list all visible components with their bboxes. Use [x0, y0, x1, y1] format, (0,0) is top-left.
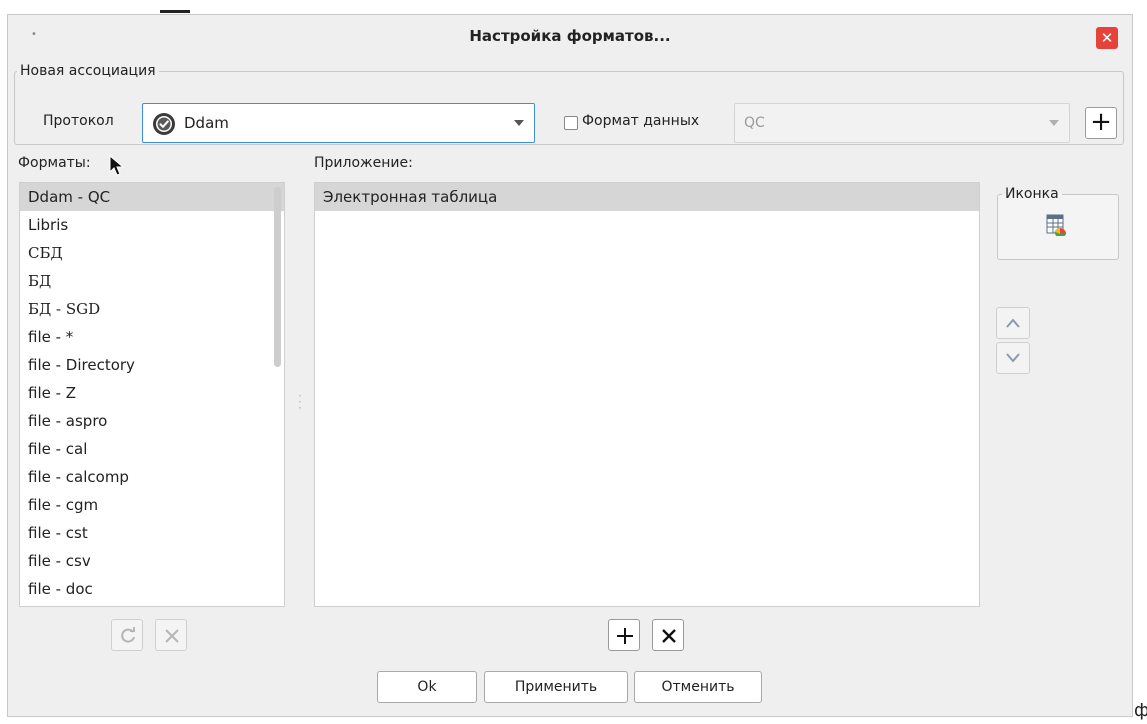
- list-item[interactable]: file - doc: [20, 575, 284, 603]
- refresh-button[interactable]: [111, 619, 143, 651]
- icon-group: Иконка: [997, 186, 1119, 260]
- data-format-checkbox[interactable]: [564, 116, 578, 130]
- protocol-value: Ddam: [184, 114, 229, 132]
- desktop-tab-marker: [160, 10, 190, 13]
- protocol-combo[interactable]: Ddam: [142, 103, 535, 143]
- protocol-badge-icon: [153, 113, 175, 135]
- list-item[interactable]: СБД: [20, 239, 284, 267]
- title-bar[interactable]: • Настройка форматов... ✕: [8, 15, 1132, 63]
- formats-scrollbar[interactable]: [274, 187, 281, 367]
- splitter-handle-icon[interactable]: · · ·: [298, 390, 302, 414]
- spreadsheet-icon[interactable]: [1046, 214, 1066, 236]
- formats-list[interactable]: Ddam - QC Libris СБД БД БД - SGD file - …: [19, 182, 285, 607]
- move-down-button[interactable]: [996, 342, 1030, 374]
- list-item[interactable]: file - *: [20, 323, 284, 351]
- list-item[interactable]: Ddam - QC: [20, 183, 284, 211]
- list-item[interactable]: file - calcomp: [20, 463, 284, 491]
- protocol-label: Протокол: [43, 113, 114, 129]
- apply-button[interactable]: Применить: [484, 671, 628, 703]
- list-item[interactable]: БД - SGD: [20, 295, 284, 323]
- new-association-group: Новая ассоциация Протокол Ddam Формат да…: [14, 63, 1124, 145]
- data-format-value: QC: [744, 115, 765, 131]
- remove-application-button[interactable]: [652, 619, 684, 651]
- close-icon: [662, 629, 676, 643]
- application-list[interactable]: Электронная таблица: [314, 182, 980, 607]
- application-label: Приложение:: [314, 155, 413, 171]
- list-item[interactable]: file - cal: [20, 435, 284, 463]
- close-button[interactable]: ✕: [1096, 27, 1118, 49]
- window-title: Настройка форматов...: [469, 27, 671, 45]
- icon-legend: Иконка: [1005, 186, 1059, 202]
- formats-label: Форматы:: [18, 155, 91, 171]
- list-item[interactable]: file - csv: [20, 547, 284, 575]
- delete-format-button[interactable]: [155, 619, 187, 651]
- list-item[interactable]: file - Z: [20, 379, 284, 407]
- list-item[interactable]: Электронная таблица: [315, 183, 979, 211]
- list-item[interactable]: file - Directory: [20, 351, 284, 379]
- format-settings-dialog: • Настройка форматов... ✕ Новая ассоциац…: [7, 14, 1133, 717]
- chevron-down-icon: [514, 120, 524, 126]
- list-item[interactable]: file - aspro: [20, 407, 284, 435]
- move-up-button[interactable]: [996, 307, 1030, 339]
- chevron-down-icon: [1006, 353, 1020, 363]
- list-item[interactable]: Libris: [20, 211, 284, 239]
- new-association-legend: Новая ассоциация: [20, 63, 156, 79]
- add-application-button[interactable]: [608, 619, 640, 651]
- refresh-icon: [121, 627, 135, 643]
- cancel-button[interactable]: Отменить: [634, 671, 762, 703]
- close-icon: [165, 629, 179, 643]
- list-item[interactable]: file - cgm: [20, 491, 284, 519]
- list-item[interactable]: file - cst: [20, 519, 284, 547]
- chevron-up-icon: [1006, 318, 1020, 328]
- ok-button[interactable]: Ok: [377, 671, 477, 703]
- stray-character: ф: [1134, 700, 1147, 721]
- desktop-top-strip: [0, 0, 1147, 14]
- data-format-label: Формат данных: [582, 113, 700, 129]
- list-item[interactable]: БД: [20, 267, 284, 295]
- plus-icon: [617, 628, 633, 644]
- mouse-cursor-icon: [109, 155, 125, 176]
- data-format-combo[interactable]: QC: [734, 103, 1070, 143]
- add-association-button[interactable]: +: [1085, 107, 1117, 139]
- chevron-down-icon: [1049, 120, 1059, 126]
